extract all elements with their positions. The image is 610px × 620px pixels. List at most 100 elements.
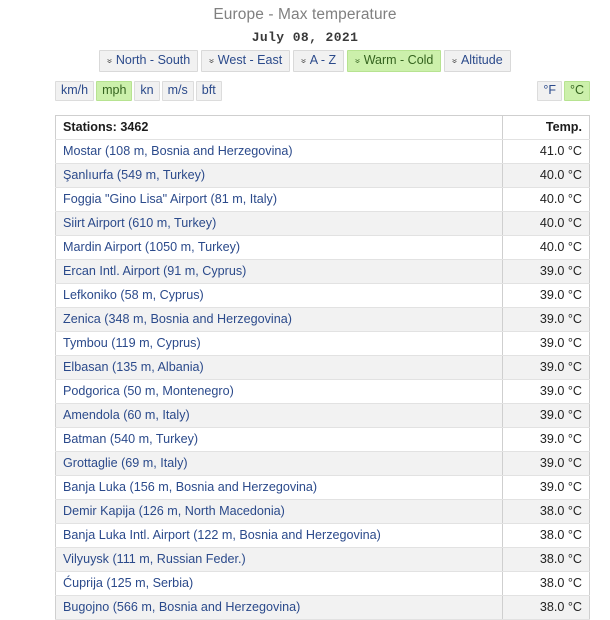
temperature-cell: 39.0 °C <box>502 283 590 308</box>
sort-button-altitude[interactable]: » Altitude <box>444 50 511 72</box>
table-row: Siirt Airport (610 m, Turkey) 40.0 °C <box>55 211 590 236</box>
temperature-cell: 39.0 °C <box>502 427 590 452</box>
column-header-temperature[interactable]: Temp. <box>502 115 590 140</box>
sort-button-label: A - Z <box>309 53 337 67</box>
station-link[interactable]: Ercan Intl. Airport (91 m, Cyprus) <box>63 264 246 278</box>
table-row: Ćuprija (125 m, Serbia) 38.0 °C <box>55 571 590 596</box>
temperature-cell: 40.0 °C <box>502 163 590 188</box>
sort-button-a-z[interactable]: » A - Z <box>293 50 345 72</box>
temperature-cell: 40.0 °C <box>502 211 590 236</box>
table-row: Mardin Airport (1050 m, Turkey) 40.0 °C <box>55 235 590 260</box>
temperature-unit-button-f[interactable]: °F <box>537 81 562 101</box>
station-link[interactable]: Banja Luka Intl. Airport (122 m, Bosnia … <box>63 528 381 542</box>
station-link[interactable]: Lefkoniko (58 m, Cyprus) <box>63 288 204 302</box>
speed-unit-button-kmh[interactable]: km/h <box>55 81 95 101</box>
speed-unit-button-bft[interactable]: bft <box>195 81 222 101</box>
station-cell: Şanlıurfa (549 m, Turkey) <box>55 163 503 188</box>
sort-button-west-east[interactable]: » West - East <box>201 50 291 72</box>
station-cell: Elbasan (135 m, Albania) <box>55 355 503 380</box>
temperature-cell: 38.0 °C <box>502 499 590 524</box>
station-link[interactable]: Şanlıurfa (549 m, Turkey) <box>63 168 205 182</box>
station-cell: Zenica (348 m, Bosnia and Herzegovina) <box>55 307 503 332</box>
station-link[interactable]: Elbasan (135 m, Albania) <box>63 360 204 374</box>
station-link[interactable]: Mardin Airport (1050 m, Turkey) <box>63 240 240 254</box>
temperature-cell: 38.0 °C <box>502 595 590 620</box>
sort-button-north-south[interactable]: » North - South <box>99 50 199 72</box>
station-cell: Ćuprija (125 m, Serbia) <box>55 571 503 596</box>
speed-unit-button-ms[interactable]: m/s <box>161 81 194 101</box>
sort-button-label: Warm - Cold <box>363 53 434 67</box>
unit-toolbar: km/h mph kn m/s bft °F °C <box>0 81 610 101</box>
table-row: Foggia "Gino Lisa" Airport (81 m, Italy)… <box>55 187 590 212</box>
speed-unit-button-mph[interactable]: mph <box>96 81 133 101</box>
station-link[interactable]: Amendola (60 m, Italy) <box>63 408 190 422</box>
table-row: Banja Luka Intl. Airport (122 m, Bosnia … <box>55 523 590 548</box>
station-link[interactable]: Foggia "Gino Lisa" Airport (81 m, Italy) <box>63 192 277 206</box>
table-row: Vilyuysk (111 m, Russian Feder.) 38.0 °C <box>55 547 590 572</box>
sort-button-label: Altitude <box>460 53 503 67</box>
station-link[interactable]: Grottaglie (69 m, Italy) <box>63 456 188 470</box>
table-row: Bugojno (566 m, Bosnia and Herzegovina) 3… <box>55 595 590 620</box>
table-row: Şanlıurfa (549 m, Turkey) 40.0 °C <box>55 163 590 188</box>
speed-unit-button-kn[interactable]: kn <box>134 81 160 101</box>
table-body: Mostar (108 m, Bosnia and Herzegovina) 41… <box>55 139 590 620</box>
station-cell: Grottaglie (69 m, Italy) <box>55 451 503 476</box>
chevron-down-icon: » <box>297 58 309 63</box>
temperature-cell: 39.0 °C <box>502 475 590 500</box>
temperature-cell: 40.0 °C <box>502 187 590 212</box>
temperature-cell: 39.0 °C <box>502 259 590 284</box>
temperature-cell: 38.0 °C <box>502 523 590 548</box>
station-cell: Mostar (108 m, Bosnia and Herzegovina) <box>55 139 503 164</box>
station-cell: Siirt Airport (610 m, Turkey) <box>55 211 503 236</box>
temperature-cell: 39.0 °C <box>502 331 590 356</box>
station-link[interactable]: Bugojno (566 m, Bosnia and Herzegovina) <box>63 600 300 614</box>
temperature-cell: 39.0 °C <box>502 307 590 332</box>
table-row: Ercan Intl. Airport (91 m, Cyprus) 39.0 °… <box>55 259 590 284</box>
temperature-cell: 39.0 °C <box>502 355 590 380</box>
station-cell: Banja Luka (156 m, Bosnia and Herzegovin… <box>55 475 503 500</box>
station-link[interactable]: Batman (540 m, Turkey) <box>63 432 198 446</box>
station-cell: Podgorica (50 m, Montenegro) <box>55 379 503 404</box>
chevron-down-icon: » <box>206 58 218 63</box>
table-row: Elbasan (135 m, Albania) 39.0 °C <box>55 355 590 380</box>
temperature-unit-group: °F °C <box>537 81 590 101</box>
station-link[interactable]: Siirt Airport (610 m, Turkey) <box>63 216 216 230</box>
chevron-down-icon: » <box>449 58 461 63</box>
station-cell: Ercan Intl. Airport (91 m, Cyprus) <box>55 259 503 284</box>
station-link[interactable]: Tymbou (119 m, Cyprus) <box>63 336 201 350</box>
station-link[interactable]: Podgorica (50 m, Montenegro) <box>63 384 234 398</box>
stations-table-container: Stations: 3462 Temp. Mostar (108 m, Bosn… <box>55 115 590 620</box>
station-cell: Lefkoniko (58 m, Cyprus) <box>55 283 503 308</box>
temperature-cell: 39.0 °C <box>502 403 590 428</box>
sort-button-warm-cold[interactable]: » Warm - Cold <box>347 50 442 72</box>
table-row: Podgorica (50 m, Montenegro) 39.0 °C <box>55 379 590 404</box>
temperature-cell: 38.0 °C <box>502 571 590 596</box>
chevron-down-icon: » <box>351 58 363 63</box>
station-link[interactable]: Demir Kapija (126 m, North Macedonia) <box>63 504 285 518</box>
station-cell: Bugojno (566 m, Bosnia and Herzegovina) <box>55 595 503 620</box>
station-cell: Foggia "Gino Lisa" Airport (81 m, Italy) <box>55 187 503 212</box>
station-link[interactable]: Vilyuysk (111 m, Russian Feder.) <box>63 552 246 566</box>
station-cell: Amendola (60 m, Italy) <box>55 403 503 428</box>
table-row: Demir Kapija (126 m, North Macedonia) 38.… <box>55 499 590 524</box>
station-link[interactable]: Mostar (108 m, Bosnia and Herzegovina) <box>63 144 293 158</box>
sort-button-label: West - East <box>217 53 283 67</box>
temperature-cell: 39.0 °C <box>502 379 590 404</box>
temperature-cell: 41.0 °C <box>502 139 590 164</box>
station-link[interactable]: Banja Luka (156 m, Bosnia and Herzegovin… <box>63 480 317 494</box>
page-title: Europe - Max temperature <box>213 6 397 23</box>
temperature-unit-button-c[interactable]: °C <box>563 81 590 101</box>
chevron-down-icon: » <box>104 58 116 63</box>
column-header-stations[interactable]: Stations: 3462 <box>55 115 503 140</box>
speed-unit-group: km/h mph kn m/s bft <box>55 81 222 101</box>
temperature-cell: 39.0 °C <box>502 451 590 476</box>
station-link[interactable]: Zenica (348 m, Bosnia and Herzegovina) <box>63 312 292 326</box>
weather-ranking-page: Europe - Max temperature July 08, 2021 »… <box>0 0 610 620</box>
temperature-cell: 40.0 °C <box>502 235 590 260</box>
temperature-cell: 38.0 °C <box>502 547 590 572</box>
station-link[interactable]: Ćuprija (125 m, Serbia) <box>63 576 193 590</box>
stations-table: Stations: 3462 Temp. Mostar (108 m, Bosn… <box>55 115 590 620</box>
table-row: Batman (540 m, Turkey) 39.0 °C <box>55 427 590 452</box>
station-cell: Batman (540 m, Turkey) <box>55 427 503 452</box>
table-row: Banja Luka (156 m, Bosnia and Herzegovin… <box>55 475 590 500</box>
